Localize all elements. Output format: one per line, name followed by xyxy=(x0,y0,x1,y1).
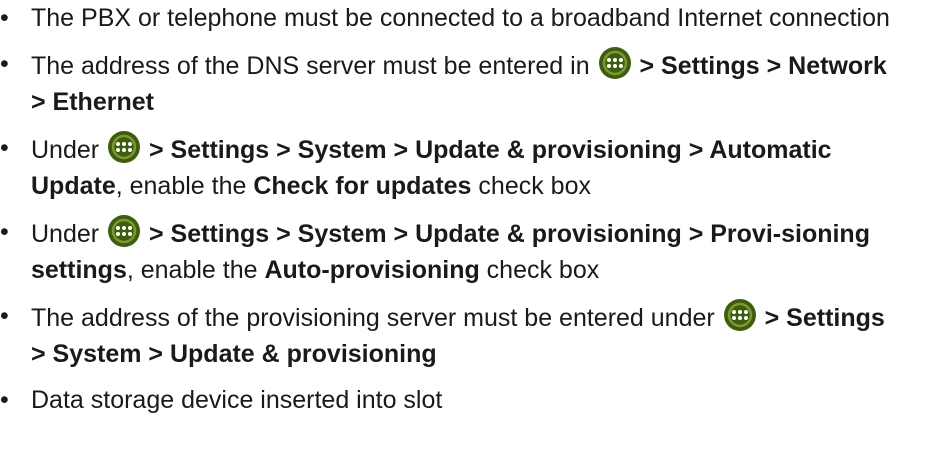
apps-menu-icon xyxy=(107,130,141,164)
checkbox-name: Auto-provisioning xyxy=(264,256,480,284)
apps-menu-icon xyxy=(107,214,141,248)
item-text: The address of the DNS server must be en… xyxy=(31,52,597,80)
item-text: Data storage device inserted into slot xyxy=(31,386,443,414)
list-item: • Under > Settings > System > Update & p… xyxy=(0,214,906,288)
list-item: • The address of the DNS server must be … xyxy=(0,46,906,120)
list-item: • The PBX or telephone must be connected… xyxy=(0,0,906,36)
list-item: • The address of the provisioning server… xyxy=(0,298,906,372)
document-page: • The PBX or telephone must be connected… xyxy=(0,0,939,474)
list-item: • Under > Settings > System > Update & p… xyxy=(0,130,906,204)
item-text: check box xyxy=(471,172,591,200)
bullet: • xyxy=(0,218,9,246)
item-text: check box xyxy=(479,256,600,284)
apps-menu-icon xyxy=(598,46,632,80)
item-text: , enable the xyxy=(126,256,265,284)
checkbox-name: Check for updates xyxy=(253,172,472,200)
bullet: • xyxy=(0,134,9,162)
bullet: • xyxy=(0,50,9,78)
bullet: • xyxy=(0,4,9,32)
item-text: , enable the xyxy=(115,172,254,200)
item-text: Under xyxy=(31,220,107,248)
item-text: Under xyxy=(31,136,107,164)
item-text: The PBX or telephone must be connected t… xyxy=(31,4,890,32)
bullet: • xyxy=(0,386,9,414)
bullet: • xyxy=(0,302,9,330)
apps-menu-icon xyxy=(723,298,757,332)
list-item: • Data storage device inserted into slot xyxy=(0,382,906,418)
item-text: The address of the provisioning server m… xyxy=(31,304,722,332)
requirements-list: • The PBX or telephone must be connected… xyxy=(0,0,939,428)
